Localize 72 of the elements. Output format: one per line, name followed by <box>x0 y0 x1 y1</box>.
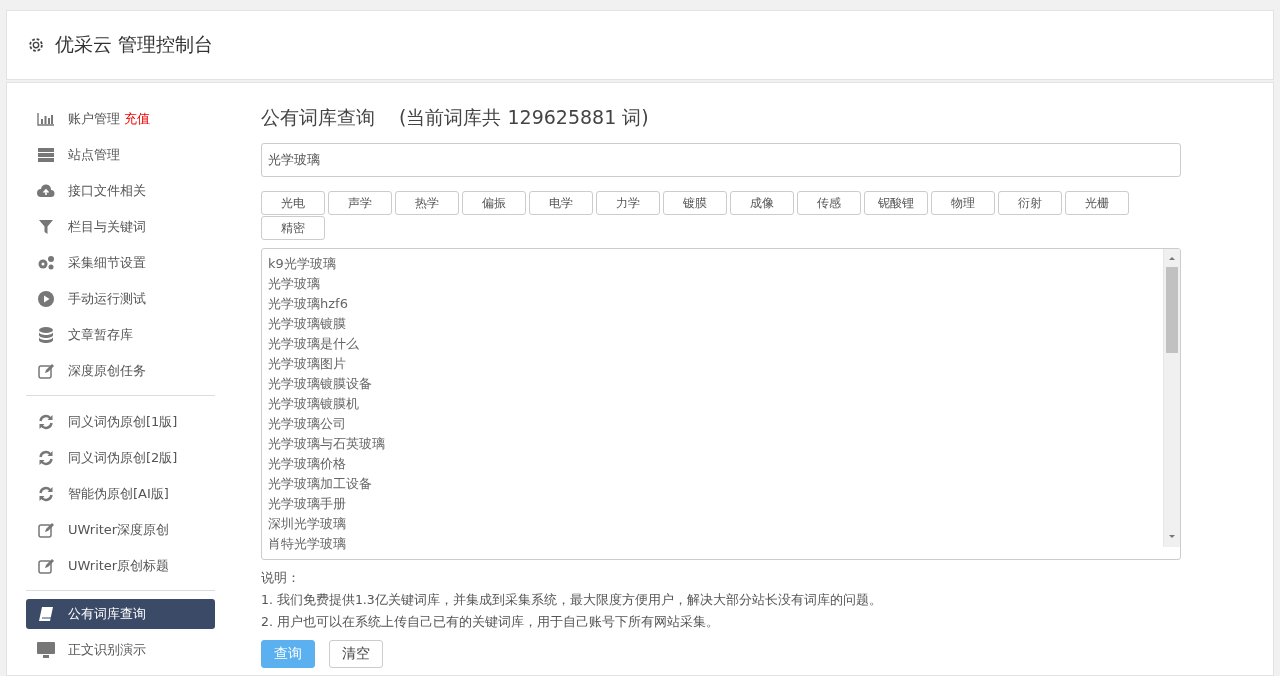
chart-icon <box>37 112 55 126</box>
word-count-note: (当前词库共 129625881 词) <box>399 105 649 130</box>
keyword-input-field[interactable]: 光学玻璃 <box>261 143 1181 177</box>
result-keyword[interactable]: 光学玻璃价格 <box>268 454 1157 474</box>
edit-icon <box>38 558 54 574</box>
sync-icon <box>38 450 54 466</box>
category-tag[interactable]: 物理 <box>931 191 995 215</box>
gears-icon <box>37 255 55 271</box>
category-tag[interactable]: 光栅 <box>1065 191 1129 215</box>
console-title: 优采云 管理控制台 <box>55 32 214 57</box>
edit-icon <box>38 522 54 538</box>
cloud-upload-icon <box>37 184 55 198</box>
sidebar-item[interactable]: 同义词伪原创[2版] <box>26 440 215 476</box>
gear-icon <box>27 36 45 54</box>
result-keyword[interactable]: 光学玻璃图片 <box>268 354 1157 374</box>
sidebar-item[interactable]: 接口文件相关 <box>26 173 215 209</box>
server-icon <box>38 148 54 162</box>
result-keyword[interactable]: 光学玻璃与石英玻璃 <box>268 434 1157 454</box>
sidebar-item[interactable]: 站点管理 <box>26 137 215 173</box>
result-keyword[interactable]: 肖特光学玻璃 <box>268 534 1157 554</box>
sidebar-item[interactable]: 手动运行测试 <box>26 281 215 317</box>
note-text: 2. 用户也可以在系统上传自己已有的关键词库，用于自己账号下所有网站采集。 <box>261 613 720 631</box>
category-tag[interactable]: 电学 <box>529 191 593 215</box>
monitor-icon <box>37 642 55 658</box>
result-keyword[interactable]: 光学玻璃 <box>268 274 1157 294</box>
category-tag[interactable]: 成像 <box>730 191 794 215</box>
recharge-link[interactable]: 充值 <box>124 110 150 128</box>
notes-heading: 说明： <box>261 569 301 587</box>
category-tag[interactable]: 传感 <box>797 191 861 215</box>
sidebar-item[interactable]: 正文识别演示 <box>26 632 215 668</box>
sync-icon <box>38 486 54 502</box>
category-tag[interactable]: 衍射 <box>998 191 1062 215</box>
database-icon <box>39 327 53 343</box>
sync-icon <box>38 414 54 430</box>
sidebar-item[interactable]: 文章暂存库 <box>26 317 215 353</box>
book-icon <box>38 606 54 622</box>
category-tag[interactable]: 声学 <box>328 191 392 215</box>
category-tag[interactable]: 偏振 <box>462 191 526 215</box>
sidebar-item[interactable]: 深度原创任务 <box>26 353 215 389</box>
play-icon <box>38 291 54 307</box>
result-keyword[interactable]: 光学玻璃镀膜机 <box>268 394 1157 414</box>
results-list-box[interactable]: k9光学玻璃 光学玻璃 光学玻璃hzf6 光学玻璃镀膜 光学玻璃是什么 光学玻璃图片 光学玻璃镀膜设备 光学玻璃镀膜机 光学玻璃公司 光学玻璃与石英玻璃 光学玻璃价格 光学玻璃加工设备 光学玻璃手册 深圳光学玻璃 肖特光学玻璃 <box>261 248 1181 560</box>
result-keyword[interactable]: 光学玻璃公司 <box>268 414 1157 434</box>
category-tag[interactable]: 镀膜 <box>663 191 727 215</box>
result-keyword[interactable]: 光学玻璃手册 <box>268 494 1157 514</box>
filter-icon <box>39 220 53 234</box>
clear-button[interactable]: 清空 <box>329 640 383 668</box>
category-tag[interactable]: 力学 <box>596 191 660 215</box>
sidebar-item[interactable]: 智能伪原创[AI版] <box>26 476 215 512</box>
category-tag[interactable]: 光电 <box>261 191 325 215</box>
sidebar-item[interactable]: 栏目与关键词 <box>26 209 215 245</box>
result-keyword[interactable]: k9光学玻璃 <box>268 254 1157 274</box>
result-keyword[interactable]: 光学玻璃镀膜 <box>268 314 1157 334</box>
sidebar-item[interactable]: 公有词库查询 <box>26 599 215 629</box>
sidebar-item[interactable]: 账户管理 充值 <box>26 101 215 137</box>
result-keyword[interactable]: 光学玻璃hzf6 <box>268 294 1157 314</box>
category-tag[interactable]: 精密 <box>261 216 325 240</box>
result-keyword[interactable]: 光学玻璃是什么 <box>268 334 1157 354</box>
sidebar-item[interactable]: UWriter深度原创 <box>26 512 215 548</box>
result-keyword[interactable]: 光学玻璃镀膜设备 <box>268 374 1157 394</box>
category-tag[interactable]: 热学 <box>395 191 459 215</box>
sidebar-item[interactable]: 同义词伪原创[1版] <box>26 404 215 440</box>
edit-icon <box>38 363 54 379</box>
result-keyword[interactable]: 深圳光学玻璃 <box>268 514 1157 534</box>
note-text: 1. 我们免费提供1.3亿关键词库，并集成到采集系统，最大限度方便用户，解决大部分站长没有词库的问题。 <box>261 591 883 609</box>
sidebar-item[interactable]: 采集细节设置 <box>26 245 215 281</box>
page-title: 公有词库查询 <box>261 105 375 130</box>
sidebar-item[interactable]: UWriter原创标题 <box>26 548 215 584</box>
result-keyword[interactable]: 光学玻璃加工设备 <box>268 474 1157 494</box>
sidebar-item-label: 账户管理 <box>68 110 120 128</box>
category-tag[interactable]: 铌酸锂 <box>864 191 928 215</box>
scrollbar-drawing[interactable] <box>1163 249 1180 547</box>
